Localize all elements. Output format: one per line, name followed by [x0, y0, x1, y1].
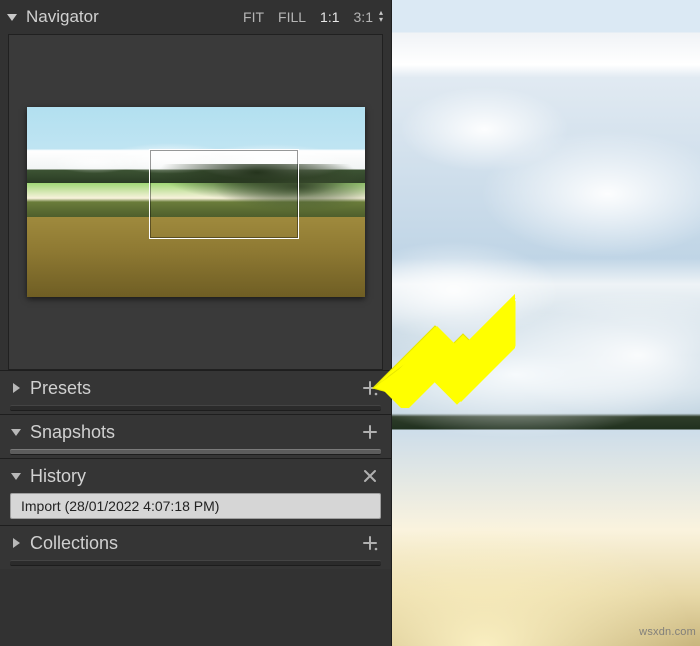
chevron-down-icon[interactable]: ▾ — [379, 17, 383, 24]
zoom-ratio-stepper[interactable]: ▴ ▾ — [379, 10, 383, 24]
history-entry[interactable]: Import (28/01/2022 4:07:18 PM) — [10, 493, 381, 519]
zoom-1-1[interactable]: 1:1 — [320, 9, 339, 25]
panel-filler — [0, 569, 391, 646]
snapshots-title: Snapshots — [30, 422, 115, 443]
main-image-viewport[interactable] — [392, 0, 700, 646]
plus-icon[interactable] — [361, 423, 379, 441]
collections-panel: Collections — [0, 525, 391, 569]
navigator-title: Navigator — [26, 7, 99, 27]
history-header[interactable]: History — [0, 459, 391, 493]
presets-title: Presets — [30, 378, 91, 399]
collections-title: Collections — [30, 533, 118, 554]
navigator-preview[interactable] — [8, 34, 383, 370]
close-icon[interactable] — [361, 467, 379, 485]
chevron-down-icon[interactable] — [10, 470, 22, 482]
presets-header[interactable]: Presets — [0, 371, 391, 405]
snapshots-panel: Snapshots — [0, 414, 391, 458]
history-entries: Import (28/01/2022 4:07:18 PM) — [0, 493, 391, 525]
chevron-right-icon[interactable] — [10, 382, 22, 394]
divider — [10, 560, 381, 566]
left-panel: Navigator FIT FILL 1:1 3:1 ▴ ▾ — [0, 0, 392, 646]
zoom-ratio[interactable]: 3:1 — [354, 9, 373, 25]
snapshots-header[interactable]: Snapshots — [0, 415, 391, 449]
watermark: wsxdn.com — [639, 626, 696, 638]
app-root: Navigator FIT FILL 1:1 3:1 ▴ ▾ — [0, 0, 700, 646]
chevron-down-icon[interactable] — [6, 11, 18, 23]
divider — [10, 449, 381, 455]
plus-icon[interactable] — [361, 534, 379, 552]
chevron-right-icon[interactable] — [10, 537, 22, 549]
navigator-header[interactable]: Navigator FIT FILL 1:1 3:1 ▴ ▾ — [0, 0, 391, 32]
navigator-thumbnail[interactable] — [27, 107, 365, 297]
history-entry-label: Import (28/01/2022 4:07:18 PM) — [21, 498, 219, 514]
collections-header[interactable]: Collections — [0, 526, 391, 560]
plus-icon[interactable] — [361, 379, 379, 397]
zoom-options: FIT FILL 1:1 3:1 ▴ ▾ — [243, 9, 383, 25]
presets-panel: Presets — [0, 370, 391, 414]
history-panel: History Import (28/01/2022 4:07:18 PM) — [0, 458, 391, 525]
history-title: History — [30, 466, 86, 487]
chevron-down-icon[interactable] — [10, 426, 22, 438]
zoom-fill[interactable]: FILL — [278, 9, 306, 25]
divider — [10, 405, 381, 411]
zoom-fit[interactable]: FIT — [243, 9, 264, 25]
